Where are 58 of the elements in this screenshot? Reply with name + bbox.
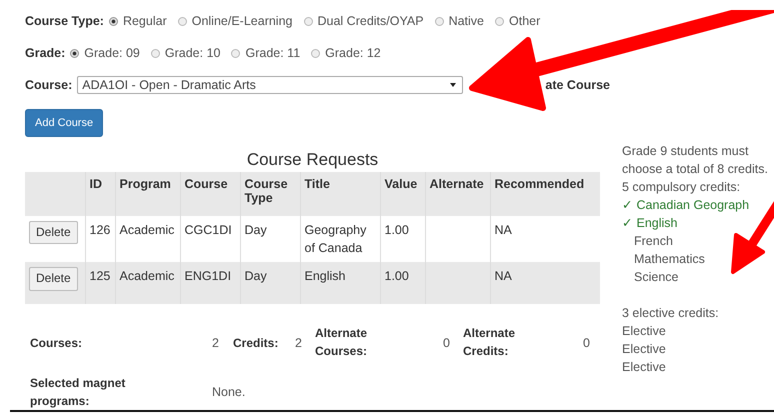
field-label: Grade: xyxy=(25,46,66,60)
requirement-heading: 5 compulsory credits: xyxy=(622,179,742,196)
checkbox-label: ate Course xyxy=(545,78,610,92)
column-header: Course Type xyxy=(240,172,300,216)
summary-value: 2 xyxy=(212,336,219,350)
summary-value: 0 xyxy=(583,336,590,350)
table-cell: 125 xyxy=(85,262,115,304)
delete-button[interactable]: Delete xyxy=(29,221,78,244)
delete-button[interactable]: Delete xyxy=(29,267,78,291)
check-icon: ✓ xyxy=(622,216,633,230)
elective-item: Elective xyxy=(622,341,667,358)
summary-label: Courses: xyxy=(30,336,82,350)
table-cell: Day xyxy=(240,262,300,304)
column-header: Course xyxy=(180,172,240,216)
compulsory-course: French xyxy=(634,234,673,248)
radio-option[interactable]: Regular xyxy=(108,14,167,28)
column-header: Alternate xyxy=(425,172,490,216)
requirement-heading: 3 elective credits: xyxy=(622,305,720,322)
table-cell: English xyxy=(300,262,380,304)
compulsory-course: Mathematics xyxy=(634,252,705,266)
table-cell: NA xyxy=(490,262,600,304)
compulsory-course: Canadian Geograph xyxy=(636,198,750,212)
column-header: ID xyxy=(85,172,115,216)
radio-option[interactable]: Dual Credits/OYAP xyxy=(304,14,424,28)
compulsory-course: English xyxy=(636,216,678,230)
table-title: Course Requests xyxy=(246,150,380,170)
table-cell: Academic xyxy=(115,262,180,304)
field-label: Course: xyxy=(25,78,72,92)
summary-label: Alternate Credits: xyxy=(463,325,516,360)
course-dropdown[interactable]: ADA1OI - Open - Dramatic Arts xyxy=(77,76,464,94)
summary-value: 2 xyxy=(295,336,302,350)
radio-option[interactable]: Grade: 09 xyxy=(70,46,140,60)
radio-option[interactable]: Other xyxy=(495,14,540,28)
table-cell xyxy=(425,262,490,304)
radio-option[interactable]: Grade: 11 xyxy=(231,46,300,60)
check-icon: ✓ xyxy=(622,198,633,212)
column-header: Program xyxy=(115,172,180,216)
field-label: Course Type: xyxy=(25,14,104,28)
elective-item: Elective xyxy=(622,359,667,376)
table-cell: ENG1DI xyxy=(180,262,240,304)
radio-option[interactable]: Online/E-Learning xyxy=(178,14,292,28)
summary-value: None. xyxy=(212,385,246,400)
column-header: Value xyxy=(380,172,425,216)
summary-label: Alternate Courses: xyxy=(315,325,368,360)
column-header: Title xyxy=(300,172,380,216)
table-cell: 1.00 xyxy=(380,262,425,304)
column-header xyxy=(25,172,85,216)
compulsory-course: Science xyxy=(634,270,678,284)
elective-item: Elective xyxy=(622,323,667,340)
summary-label: Credits: xyxy=(233,336,278,350)
summary-label: Selected magnet programs: xyxy=(30,375,126,410)
requirement-text: Grade 9 students must choose a total of 8 credits. xyxy=(622,143,769,178)
radio-option[interactable]: Grade: 12 xyxy=(311,46,381,60)
radio-option[interactable]: Grade: 10 xyxy=(150,46,220,60)
summary-value: 0 xyxy=(443,336,450,350)
radio-option[interactable]: Native xyxy=(434,14,484,28)
add-course-button[interactable]: Add Course xyxy=(25,109,104,137)
column-header: Recommended xyxy=(490,172,600,216)
